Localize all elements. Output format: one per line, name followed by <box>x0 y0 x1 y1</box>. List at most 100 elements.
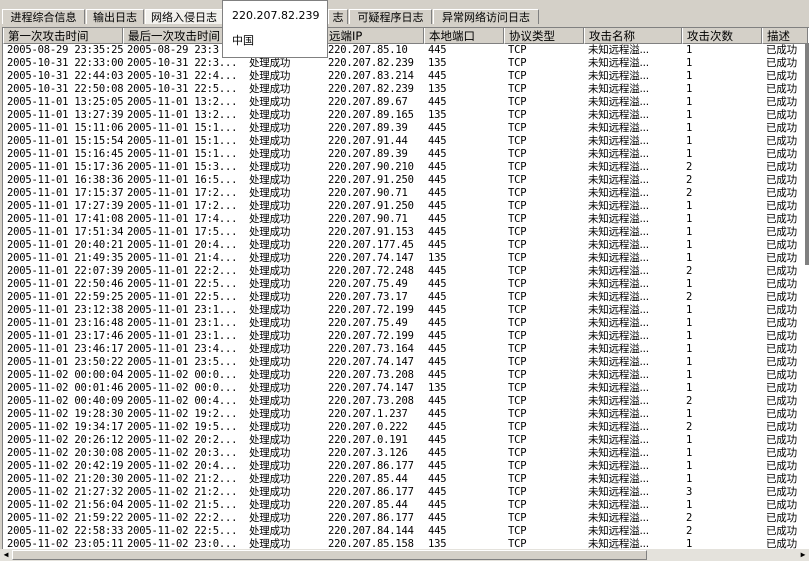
column-header-description[interactable]: 描述 <box>762 28 808 44</box>
cell-protocol: TCP <box>508 278 527 290</box>
cell-last-attack-time: 2005-11-01 23:1... <box>127 330 238 342</box>
cell-first-attack-time: 2005-11-01 15:16:45 <box>7 148 123 160</box>
cell-attack-name: 未知远程溢... <box>588 122 649 134</box>
cell-remote-ip: 220.207.91.250 <box>328 174 414 186</box>
cell-status: 处理成功 <box>249 239 291 251</box>
table-row[interactable]: 2005-10-31 22:33:00 2005-10-31 22:3... 处理成… <box>3 57 808 70</box>
table-row[interactable]: 2005-11-01 21:49:35 2005-11-01 21:4... 处理成… <box>3 252 808 265</box>
cell-protocol: TCP <box>508 83 527 95</box>
table-row[interactable]: 2005-08-29 23:35:25 2005-08-29 23:3 220.20… <box>3 44 808 57</box>
column-header-protocol[interactable]: 协议类型 <box>504 28 584 44</box>
cell-last-attack-time: 2005-10-31 22:4... <box>127 70 238 82</box>
column-header-local-port[interactable]: 本地端口 <box>424 28 504 44</box>
cell-remote-ip: 220.207.89.165 <box>328 109 414 121</box>
cell-first-attack-time: 2005-11-02 20:30:08 <box>7 447 123 459</box>
scroll-left-icon[interactable]: ◀ <box>0 549 12 561</box>
cell-protocol: TCP <box>508 408 527 420</box>
table-row[interactable]: 2005-11-02 19:28:30 2005-11-02 19:2... 处理成… <box>3 408 808 421</box>
cell-protocol: TCP <box>508 291 527 303</box>
tab-process-info[interactable]: 进程综合信息 <box>2 9 85 24</box>
cell-remote-ip: 220.207.75.49 <box>328 317 408 329</box>
table-row[interactable]: 2005-11-02 19:34:17 2005-11-02 19:5... 处理成… <box>3 421 808 434</box>
table-row[interactable]: 2005-11-01 20:40:21 2005-11-01 20:4... 处理成… <box>3 239 808 252</box>
table-row[interactable]: 2005-11-02 21:20:30 2005-11-02 21:2... 处理成… <box>3 473 808 486</box>
table-row[interactable]: 2005-11-01 16:38:36 2005-11-01 16:5... 处理成… <box>3 174 808 187</box>
tab-network-intrusion-log[interactable]: 网络入侵日志 <box>145 9 223 24</box>
cell-attack-name: 未知远程溢... <box>588 291 649 303</box>
table-row[interactable]: 2005-11-01 15:17:36 2005-11-01 15:3... 处理成… <box>3 161 808 174</box>
cell-local-port: 135 <box>428 538 447 549</box>
table-row[interactable]: 2005-10-31 22:44:03 2005-10-31 22:4... 处理成… <box>3 70 808 83</box>
cell-last-attack-time: 2005-11-01 23:4... <box>127 343 238 355</box>
column-header-attack-count[interactable]: 攻击次数 <box>682 28 762 44</box>
table-row[interactable]: 2005-11-02 20:42:19 2005-11-02 20:4... 处理成… <box>3 460 808 473</box>
cell-first-attack-time: 2005-11-01 23:50:22 <box>7 356 123 368</box>
table-row[interactable]: 2005-11-01 17:15:37 2005-11-01 17:2... 处理成… <box>3 187 808 200</box>
table-row[interactable]: 2005-11-02 21:27:32 2005-11-02 21:2... 处理成… <box>3 486 808 499</box>
cell-last-attack-time: 2005-11-02 20:4... <box>127 460 238 472</box>
table-row[interactable]: 2005-11-02 20:30:08 2005-11-02 20:3... 处理成… <box>3 447 808 460</box>
cell-status: 处理成功 <box>249 265 291 277</box>
cell-attack-name: 未知远程溢... <box>588 44 649 56</box>
table-row[interactable]: 2005-11-02 20:26:12 2005-11-02 20:2... 处理成… <box>3 434 808 447</box>
tab-suspicious-program-log[interactable]: 可疑程序日志 <box>349 9 432 24</box>
table-row[interactable]: 2005-11-01 17:41:08 2005-11-01 17:4... 处理成… <box>3 213 808 226</box>
table-row[interactable]: 2005-11-01 22:07:39 2005-11-01 22:2... 处理成… <box>3 265 808 278</box>
tab-output-log[interactable]: 输出日志 <box>86 9 144 24</box>
table-row[interactable]: 2005-11-01 17:51:34 2005-11-01 17:5... 处理成… <box>3 226 808 239</box>
cell-local-port: 445 <box>428 278 447 290</box>
table-row[interactable]: 2005-11-01 15:15:54 2005-11-01 15:1... 处理成… <box>3 135 808 148</box>
table-row[interactable]: 2005-11-01 15:16:45 2005-11-01 15:1... 处理成… <box>3 148 808 161</box>
table-row[interactable]: 2005-11-01 22:50:46 2005-11-01 22:5... 处理成… <box>3 278 808 291</box>
cell-attack-name: 未知远程溢... <box>588 434 649 446</box>
table-row[interactable]: 2005-10-31 22:50:08 2005-10-31 22:5... 处理成… <box>3 83 808 96</box>
horizontal-scroll-thumb[interactable] <box>12 550 647 560</box>
cell-local-port: 445 <box>428 369 447 381</box>
table-row[interactable]: 2005-11-02 21:59:22 2005-11-02 22:2... 处理成… <box>3 512 808 525</box>
table-row[interactable]: 2005-11-02 21:56:04 2005-11-02 21:5... 处理成… <box>3 499 808 512</box>
cell-last-attack-time: 2005-11-01 22:5... <box>127 291 238 303</box>
column-header-attack-name[interactable]: 攻击名称 <box>584 28 682 44</box>
cell-local-port: 445 <box>428 330 447 342</box>
table-row[interactable]: 2005-11-02 23:05:11 2005-11-02 23:0... 处理成… <box>3 538 808 549</box>
vertical-scrollbar[interactable] <box>805 43 809 265</box>
table-row[interactable]: 2005-11-01 22:59:25 2005-11-01 22:5... 处理成… <box>3 291 808 304</box>
column-header-first-attack-time[interactable]: 第一次攻击时间 <box>3 28 123 44</box>
cell-attack-name: 未知远程溢... <box>588 343 649 355</box>
table-row[interactable]: 2005-11-01 23:17:46 2005-11-01 23:1... 处理成… <box>3 330 808 343</box>
table-row[interactable]: 2005-11-02 00:01:46 2005-11-02 00:0... 处理成… <box>3 382 808 395</box>
cell-status: 处理成功 <box>249 447 291 459</box>
cell-last-attack-time: 2005-11-01 23:1... <box>127 317 238 329</box>
cell-attack-name: 未知远程溢... <box>588 356 649 368</box>
table-row[interactable]: 2005-11-01 13:27:39 2005-11-01 13:2... 处理成… <box>3 109 808 122</box>
cell-status: 处理成功 <box>249 200 291 212</box>
cell-remote-ip: 220.207.84.144 <box>328 525 414 537</box>
table-row[interactable]: 2005-11-01 23:46:17 2005-11-01 23:4... 处理成… <box>3 343 808 356</box>
table-row[interactable]: 2005-11-01 23:16:48 2005-11-01 23:1... 处理成… <box>3 317 808 330</box>
cell-first-attack-time: 2005-11-02 00:01:46 <box>7 382 123 394</box>
cell-remote-ip: 220.207.72.199 <box>328 304 414 316</box>
intrusion-log-table[interactable]: 第一次攻击时间 最后一次攻击时间 远端IP 本地端口 协议类型 攻击名称 攻击次数 描述 20… <box>2 27 809 549</box>
table-row[interactable]: 2005-11-01 23:12:38 2005-11-01 23:1... 处理成… <box>3 304 808 317</box>
table-row[interactable]: 2005-11-01 15:11:06 2005-11-01 15:1... 处理成… <box>3 122 808 135</box>
table-row[interactable]: 2005-11-01 17:27:39 2005-11-01 17:2... 处理成… <box>3 200 808 213</box>
cell-remote-ip: 220.207.177.45 <box>328 239 414 251</box>
table-row[interactable]: 2005-11-02 00:00:04 2005-11-02 00:0... 处理成… <box>3 369 808 382</box>
cell-protocol: TCP <box>508 148 527 160</box>
tab-hidden-log[interactable]: 志 <box>328 9 348 24</box>
cell-status: 处理成功 <box>249 356 291 368</box>
cell-attack-name: 未知远程溢... <box>588 460 649 472</box>
horizontal-scrollbar[interactable]: ◀ ▶ <box>0 549 809 561</box>
table-row[interactable]: 2005-11-02 00:40:09 2005-11-02 00:4... 处理成… <box>3 395 808 408</box>
column-header-remote-ip[interactable]: 远端IP <box>324 28 424 44</box>
cell-local-port: 445 <box>428 395 447 407</box>
cell-local-port: 445 <box>428 239 447 251</box>
table-row[interactable]: 2005-11-01 13:25:05 2005-11-01 13:2... 处理成… <box>3 96 808 109</box>
table-row[interactable]: 2005-11-01 23:50:22 2005-11-01 23:5... 处理成… <box>3 356 808 369</box>
scroll-right-icon[interactable]: ▶ <box>797 549 809 561</box>
cell-protocol: TCP <box>508 96 527 108</box>
cell-attack-count: 1 <box>686 408 693 420</box>
table-header: 第一次攻击时间 最后一次攻击时间 远端IP 本地端口 协议类型 攻击名称 攻击次数 描述 <box>3 28 808 44</box>
table-row[interactable]: 2005-11-02 22:58:33 2005-11-02 22:5... 处理成… <box>3 525 808 538</box>
tab-abnormal-network-access-log[interactable]: 异常网络访问日志 <box>433 9 539 24</box>
